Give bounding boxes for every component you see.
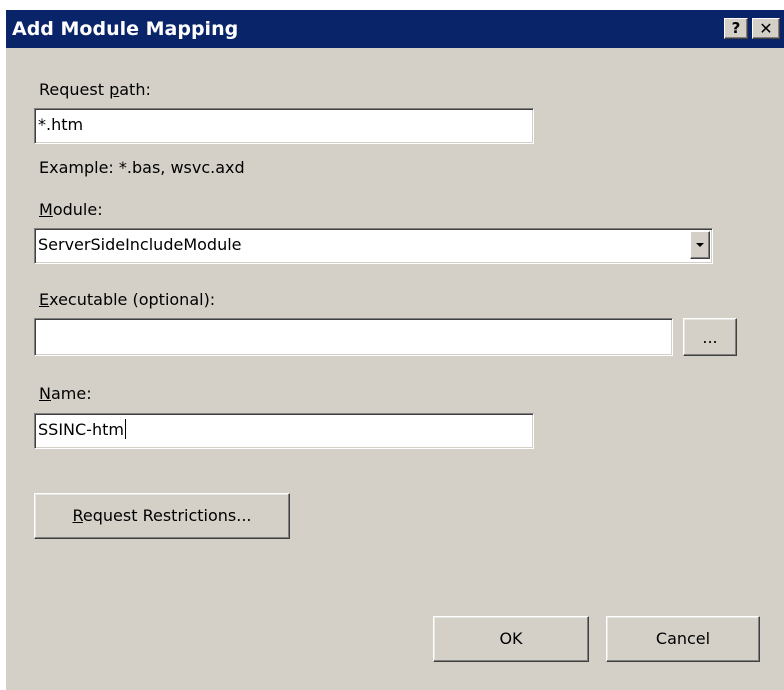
chevron-down-icon[interactable] [690, 231, 710, 259]
dialog-title: Add Module Mapping [12, 18, 239, 40]
help-button[interactable]: ? [724, 18, 748, 39]
request-path-example: Example: *.bas, wsvc.axd [39, 158, 245, 177]
executable-access-key: E [39, 290, 50, 309]
name-input-value: SSINC-htm [38, 420, 124, 439]
title-bar: Add Module Mapping ? ✕ [6, 10, 784, 48]
ok-button[interactable]: OK [433, 616, 589, 662]
module-select[interactable]: ServerSideIncludeModule [34, 228, 713, 264]
module-select-value: ServerSideIncludeModule [38, 235, 242, 254]
name-access-key: N [39, 384, 51, 403]
request-restrictions-button[interactable]: Request Restrictions... [34, 493, 290, 539]
request-path-label-text: Request [39, 80, 110, 99]
request-path-input[interactable]: *.htm [34, 108, 534, 144]
name-label: Name: [39, 384, 92, 404]
request-restrictions-label: equest Restrictions... [82, 506, 252, 525]
request-path-access-key: p [109, 80, 120, 99]
name-label-rest: ame: [50, 384, 92, 403]
cancel-button[interactable]: Cancel [606, 616, 760, 662]
text-caret [124, 419, 126, 439]
browse-button[interactable]: ... [683, 318, 737, 356]
module-label: Module: [39, 200, 103, 220]
executable-label: Executable (optional): [39, 290, 215, 310]
request-restrictions-access-key: R [72, 506, 83, 525]
executable-input[interactable] [34, 318, 673, 356]
module-access-key: M [39, 200, 53, 219]
module-label-rest: odule: [52, 200, 103, 219]
name-input[interactable]: SSINC-htm [34, 413, 534, 449]
close-button[interactable]: ✕ [752, 18, 780, 39]
add-module-mapping-dialog: Add Module Mapping ? ✕ Request path: *.h… [6, 10, 784, 690]
request-path-label: Request path: [39, 80, 151, 100]
request-path-label-rest: ath: [119, 80, 151, 99]
executable-label-rest: xecutable (optional): [49, 290, 216, 309]
